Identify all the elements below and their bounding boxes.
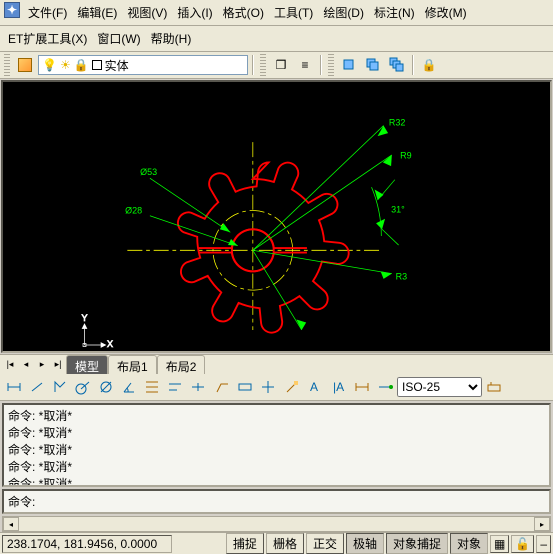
- dim-aligned-icon[interactable]: [26, 376, 48, 398]
- menu-format[interactable]: 格式(O): [219, 2, 268, 23]
- copy3-button[interactable]: [386, 54, 408, 76]
- dimstyle-select[interactable]: ISO-25: [397, 377, 482, 397]
- grid-toggle[interactable]: 栅格: [266, 533, 304, 554]
- toolbar-grip[interactable]: [260, 54, 266, 76]
- menu-edit[interactable]: 编辑(E): [73, 2, 121, 23]
- copy-button[interactable]: [338, 54, 360, 76]
- tab-nav-last[interactable]: ▸|: [50, 357, 66, 373]
- dim-angle: 31°: [391, 205, 405, 215]
- command-line: 命令:: [2, 489, 551, 514]
- history-line: 命令: *取消*: [8, 424, 545, 441]
- menu-help[interactable]: 帮助(H): [147, 28, 196, 49]
- app-icon: ✦: [4, 2, 20, 18]
- svg-text:|A: |A: [333, 380, 344, 394]
- separator: [412, 55, 414, 75]
- dim-override-icon[interactable]: [374, 376, 396, 398]
- copy2-button[interactable]: [362, 54, 384, 76]
- lock-button[interactable]: 🔒: [418, 54, 440, 76]
- scroll-left-button[interactable]: ◂: [3, 517, 19, 531]
- dim-diameter-icon[interactable]: [95, 376, 117, 398]
- command-prompt: 命令:: [8, 493, 35, 510]
- layer-name: 实体: [105, 57, 129, 74]
- tolerance-icon[interactable]: [234, 376, 256, 398]
- center-mark-icon[interactable]: [257, 376, 279, 398]
- menu-tools[interactable]: 工具(T): [270, 2, 317, 23]
- layer-toolbar: 💡 ☀ 🔒 实体 ❒ ≡ 🔒: [0, 52, 553, 79]
- model-space-icon[interactable]: ▦: [490, 535, 509, 553]
- dim-r32: R32: [389, 118, 406, 128]
- menu-dim[interactable]: 标注(N): [370, 2, 419, 23]
- otrack-toggle[interactable]: 对象: [450, 533, 488, 554]
- history-line: 命令: *取消*: [8, 475, 545, 487]
- layer-selector[interactable]: 💡 ☀ 🔒 实体: [38, 55, 248, 75]
- dim-baseline-icon[interactable]: [164, 376, 186, 398]
- history-line: 命令: *取消*: [8, 458, 545, 475]
- dimension-toolbar: A |A ISO-25: [0, 374, 553, 401]
- layer-manager-button[interactable]: [14, 54, 36, 76]
- color-swatch: [92, 60, 102, 70]
- layout-tabs: |◂ ◂ ▸ ▸| 模型 布局1 布局2: [0, 354, 553, 374]
- dim-angular-icon[interactable]: [118, 376, 140, 398]
- layer-prev-button[interactable]: ≡: [294, 54, 316, 76]
- menu-insert[interactable]: 插入(I): [173, 2, 216, 23]
- menu-bar: ✦ 文件(F) 编辑(E) 视图(V) 插入(I) 格式(O) 工具(T) 绘图…: [0, 0, 553, 26]
- ucs-y: Y: [82, 313, 88, 323]
- scroll-right-button[interactable]: ▸: [534, 517, 550, 531]
- svg-text:A: A: [310, 380, 318, 394]
- dim-style-icon[interactable]: [351, 376, 373, 398]
- menu-modify[interactable]: 修改(M): [421, 2, 471, 23]
- dim-r3: R3: [396, 272, 408, 282]
- menu-file[interactable]: 文件(F): [24, 2, 71, 23]
- snap-toggle[interactable]: 捕捉: [226, 533, 264, 554]
- history-line: 命令: *取消*: [8, 407, 545, 424]
- lightbulb-icon: 💡: [42, 58, 57, 72]
- status-bar: 238.1704, 181.9456, 0.0000 捕捉 栅格 正交 极轴 对…: [0, 532, 553, 554]
- dim-d53: Ø53: [140, 167, 157, 177]
- dim-quick-icon[interactable]: [141, 376, 163, 398]
- toolbar-grip[interactable]: [328, 54, 334, 76]
- dim-ordinate-icon[interactable]: [49, 376, 71, 398]
- dim-continue-icon[interactable]: [187, 376, 209, 398]
- menu-view[interactable]: 视图(V): [123, 2, 171, 23]
- dim-manager-icon[interactable]: [483, 376, 505, 398]
- dim-r9: R9: [400, 151, 412, 161]
- dim-tedit-icon[interactable]: A: [304, 376, 326, 398]
- minus-icon[interactable]: –: [536, 535, 551, 553]
- osnap-toggle[interactable]: 对象捕捉: [386, 533, 448, 554]
- lock-icon: 🔒: [74, 58, 89, 72]
- tab-nav-first[interactable]: |◂: [2, 357, 18, 373]
- layers-stack-button[interactable]: ❒: [270, 54, 292, 76]
- command-input[interactable]: [35, 494, 545, 509]
- dim-radius-icon[interactable]: [72, 376, 94, 398]
- dim-update-icon[interactable]: |A: [328, 376, 350, 398]
- menu-bar-2: ET扩展工具(X) 窗口(W) 帮助(H): [0, 26, 553, 52]
- dim-linear-icon[interactable]: [3, 376, 25, 398]
- lock-status-icon[interactable]: 🔓: [511, 535, 534, 553]
- command-history[interactable]: 命令: *取消* 命令: *取消* 命令: *取消* 命令: *取消* 命令: …: [2, 403, 551, 487]
- history-line: 命令: *取消*: [8, 441, 545, 458]
- dim-d28: Ø28: [125, 205, 142, 215]
- leader-icon[interactable]: [211, 376, 233, 398]
- ucs-x: X: [107, 339, 113, 349]
- separator: [320, 55, 322, 75]
- menu-et[interactable]: ET扩展工具(X): [4, 28, 91, 49]
- tab-nav-next[interactable]: ▸: [34, 357, 50, 373]
- coordinates-display: 238.1704, 181.9456, 0.0000: [2, 535, 172, 553]
- toolbar-grip[interactable]: [4, 54, 10, 76]
- drawing-viewport[interactable]: R32 R9 31° R3 Ø53 Ø28 X Y: [1, 80, 552, 353]
- ortho-toggle[interactable]: 正交: [306, 533, 344, 554]
- menu-draw[interactable]: 绘图(D): [319, 2, 368, 23]
- sun-icon: ☀: [60, 58, 71, 72]
- menu-window[interactable]: 窗口(W): [93, 28, 144, 49]
- dim-edit-icon[interactable]: [281, 376, 303, 398]
- horizontal-scrollbar[interactable]: ◂ ▸: [2, 516, 551, 532]
- tab-nav-prev[interactable]: ◂: [18, 357, 34, 373]
- separator: [252, 55, 254, 75]
- polar-toggle[interactable]: 极轴: [346, 533, 384, 554]
